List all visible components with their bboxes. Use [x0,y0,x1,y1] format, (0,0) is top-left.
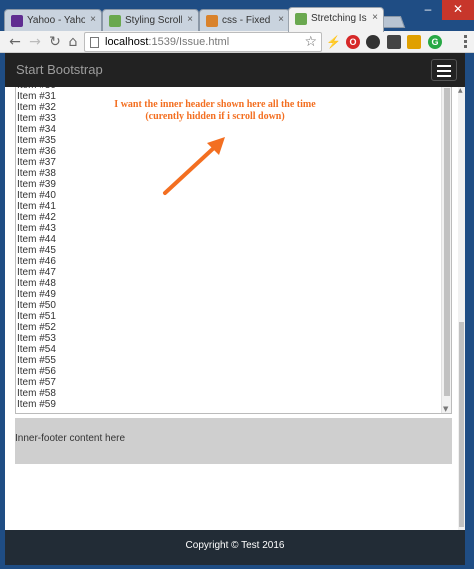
list-item: Item #44 [17,234,56,245]
navbar-brand[interactable]: Start Bootstrap [16,62,103,77]
stackoverflow-icon [206,15,218,27]
inner-scrollbar[interactable]: ▼ [441,87,451,413]
annotation-arrow-icon [163,137,225,195]
grammarly-icon[interactable]: G [428,35,442,49]
reload-icon[interactable]: ↻ [46,33,64,51]
scroll-down-arrow-icon[interactable]: ▼ [443,405,448,413]
list-item: Item #59 [17,399,56,410]
page-icon [90,37,99,48]
tab-title: css - Fixed INN [222,15,273,26]
browser-window: Yahoo - Yahoo × Styling Scrollba × css -… [0,0,474,569]
extension-circle-icon[interactable] [366,35,380,49]
annotation-line-1: I want the inner header shown here all t… [114,99,316,110]
back-icon[interactable]: ← [6,33,24,51]
tab-yahoo[interactable]: Yahoo - Yahoo × [4,9,102,32]
tab-title: Styling Scrollba [125,15,182,26]
close-icon[interactable]: × [372,12,378,23]
list-item: Item #43 [17,223,56,234]
minimize-icon[interactable]: – [414,0,442,20]
annotation-line-2: (curently hidden if i scroll down) [145,111,285,122]
bookmark-star-icon[interactable]: ☆ [304,34,317,50]
browser-toolbar: ← → ↻ ⌂ localhost:1539/Issue.html ☆ ⚡ O … [0,31,474,53]
list-item: Item #56 [17,366,56,377]
forward-icon[interactable]: → [26,33,44,51]
mail-icon [11,15,23,27]
tab-styling-scrollbar[interactable]: Styling Scrollba × [102,9,199,32]
close-icon[interactable]: × [278,14,284,25]
copyright-text: Copyright © Test 2016 [185,540,285,551]
home-icon[interactable]: ⌂ [64,33,82,51]
page-scrollbar-thumb[interactable] [459,322,464,527]
hamburger-menu-icon[interactable] [431,59,457,81]
extension-bolt-icon[interactable]: ⚡ [326,35,341,49]
list-item: Item #54 [17,344,56,355]
address-bar[interactable]: localhost:1539/Issue.html ☆ [84,32,322,52]
list-item: Item #47 [17,267,56,278]
page-viewport: Start Bootstrap Item #30Item #31Item #32… [5,53,465,565]
list-item: Item #48 [17,278,56,289]
list-item: Item #46 [17,256,56,267]
scroll-up-arrow-icon[interactable]: ▲ [458,87,463,94]
list-item: Item #53 [17,333,56,344]
page-scrollbar[interactable]: ▲ [458,87,465,530]
url-text[interactable]: localhost:1539/Issue.html [105,36,229,48]
tab-css-fixed-inner[interactable]: css - Fixed INN × [199,9,290,32]
film-icon[interactable] [387,35,401,49]
site-icon [295,13,307,25]
annotation-text: I want the inner header shown here all t… [35,99,395,123]
tab-stretching-issue[interactable]: Stretching Issue × [288,7,384,32]
list-item: Item #52 [17,322,56,333]
list-item: Item #55 [17,355,56,366]
close-icon[interactable]: × [187,14,193,25]
list-item: Item #50 [17,300,56,311]
list-item: Item #57 [17,377,56,388]
site-icon [109,15,121,27]
list-item: Item #45 [17,245,56,256]
page-footer: Copyright © Test 2016 [5,530,465,565]
inner-footer: Inner-footer content here [15,418,452,464]
tab-strip: Yahoo - Yahoo × Styling Scrollba × css -… [0,0,474,32]
list-item: Item #58 [17,388,56,399]
list-item: Item #51 [17,311,56,322]
opera-icon[interactable]: O [346,35,360,49]
inner-footer-text: Inner-footer content here [15,433,126,444]
list-item: Item #49 [17,289,56,300]
top-navbar: Start Bootstrap [5,53,465,87]
extension-square-icon[interactable] [407,35,421,49]
inner-scrollbar-thumb[interactable] [444,88,450,396]
close-icon[interactable]: × [90,14,96,25]
menu-icon[interactable] [460,33,470,51]
list-item: Item #42 [17,212,56,223]
tab-title: Stretching Issue [311,13,367,24]
tab-title: Yahoo - Yahoo [27,15,85,26]
window-close-icon[interactable]: ✕ [442,0,474,20]
